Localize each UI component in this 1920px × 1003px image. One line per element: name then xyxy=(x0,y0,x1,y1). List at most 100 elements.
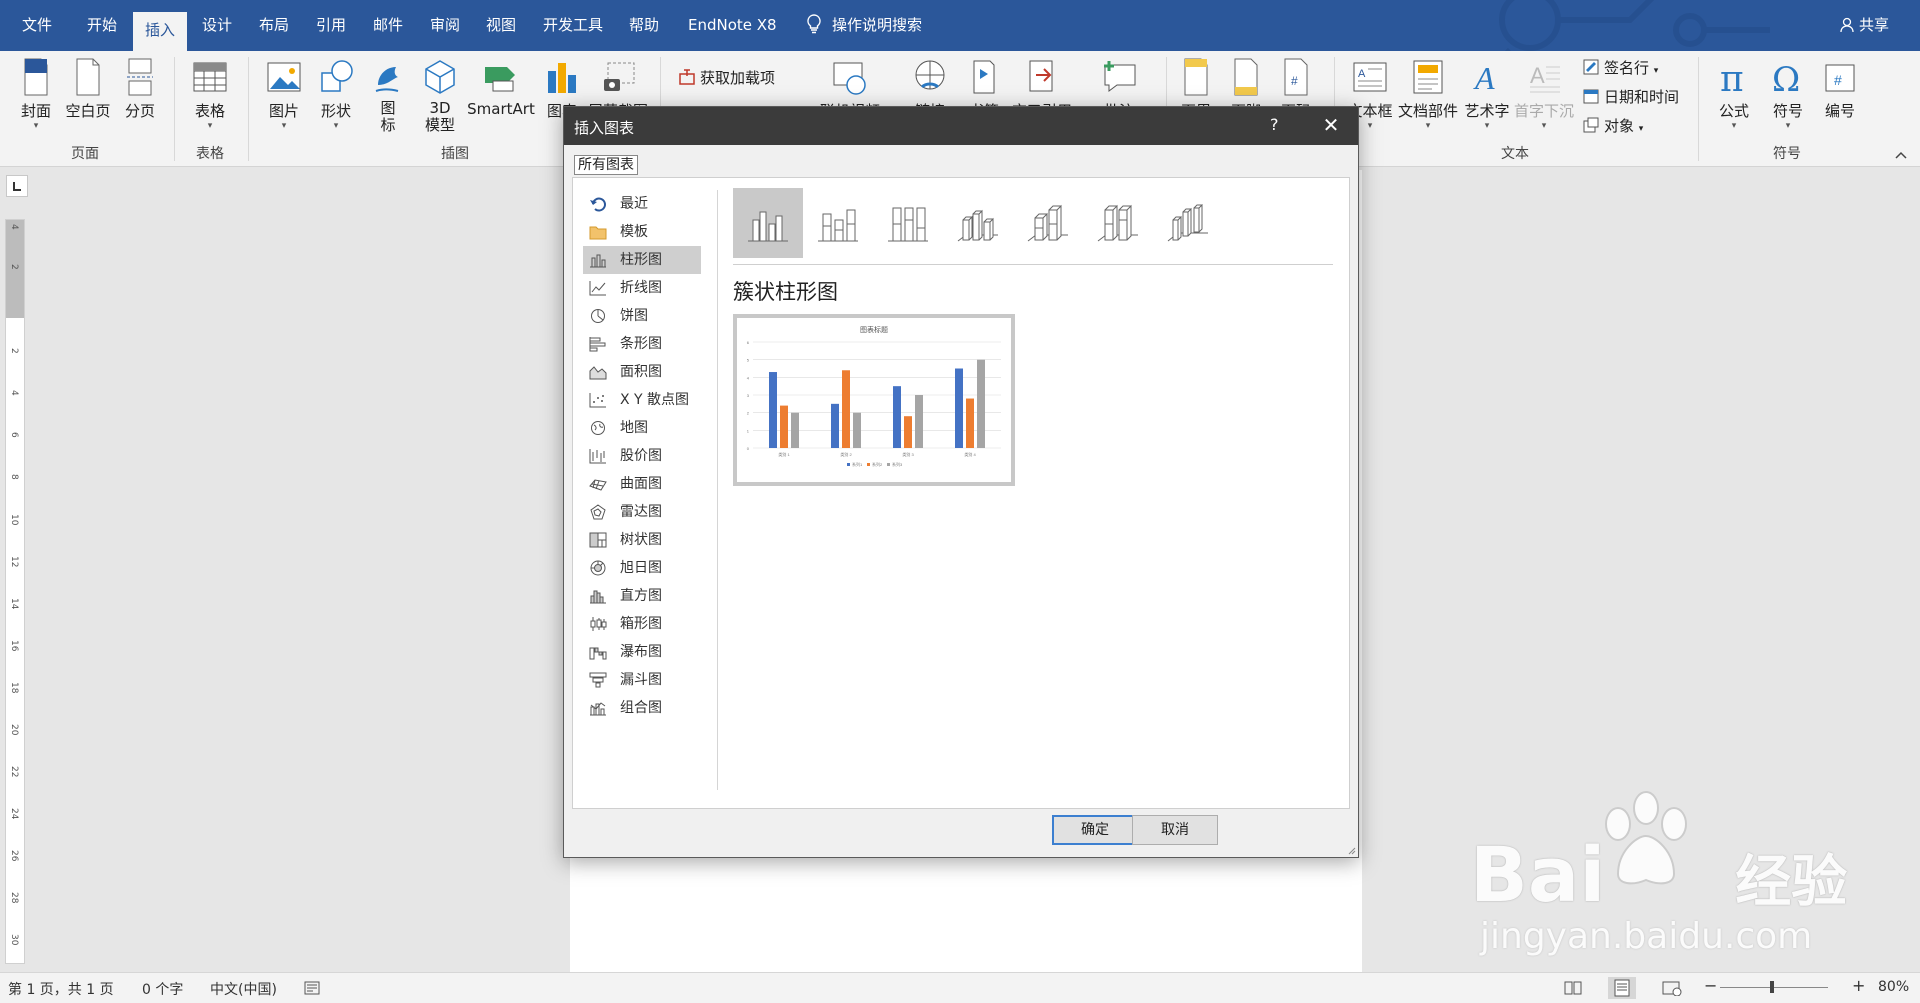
get-addins-button[interactable]: 获取加载项 xyxy=(678,67,775,88)
chart-type-line[interactable]: 折线图 xyxy=(583,274,701,302)
chart-type-histogram[interactable]: 直方图 xyxy=(583,582,701,610)
tell-me-search[interactable]: 操作说明搜索 xyxy=(806,0,922,51)
tab-view[interactable]: 视图 xyxy=(486,0,516,51)
chart-subtype-gallery xyxy=(733,188,1333,260)
subtype-3d-clustered-column[interactable] xyxy=(943,188,1013,258)
chart-type-area[interactable]: 面积图 xyxy=(583,358,701,386)
icons-label: 图标 xyxy=(380,99,396,134)
chart-type-sunburst[interactable]: 旭日图 xyxy=(583,554,701,582)
tab-references[interactable]: 引用 xyxy=(316,0,346,51)
list-divider xyxy=(717,190,718,790)
chart-type-recent[interactable]: 最近 xyxy=(583,190,701,218)
table-button[interactable]: 表格 ▾ xyxy=(190,57,230,131)
quick-parts-icon xyxy=(1413,60,1443,94)
chart-type-pie[interactable]: 饼图 xyxy=(583,302,701,330)
chart-type-bar[interactable]: 条形图 xyxy=(583,330,701,358)
signature-line-button[interactable]: 签名行 ▾ xyxy=(1582,57,1658,78)
resize-grip-icon[interactable] xyxy=(1346,845,1356,855)
chart-type-stock[interactable]: 股价图 xyxy=(583,442,701,470)
subtype-clustered-column[interactable] xyxy=(733,188,803,258)
share-button[interactable]: 共享 xyxy=(1840,0,1889,51)
chart-type-label: 瀑布图 xyxy=(620,644,662,660)
drop-cap-button[interactable]: A 首字下沉 ▾ xyxy=(1512,57,1576,131)
link-globe-icon xyxy=(915,60,945,90)
3d-models-button[interactable]: 3D 模型 xyxy=(416,57,464,134)
ruler-number: 4 xyxy=(9,390,19,396)
picture-icon xyxy=(267,62,301,92)
group-illustrations-label: 插图 xyxy=(441,146,469,162)
print-layout-icon[interactable] xyxy=(1608,977,1636,999)
cover-page-button[interactable]: 封面 ▾ xyxy=(16,57,56,131)
tab-file[interactable]: 文件 xyxy=(22,0,52,51)
date-time-button[interactable]: 日期和时间 xyxy=(1582,86,1679,107)
object-button[interactable]: 对象 ▾ xyxy=(1582,115,1643,136)
chart-type-surface[interactable]: 曲面图 xyxy=(583,470,701,498)
collapse-ribbon-icon[interactable] xyxy=(1894,150,1908,160)
chart-type-templates[interactable]: 模板 xyxy=(583,218,701,246)
equation-button[interactable]: π 公式 ▾ xyxy=(1714,57,1754,131)
number-button[interactable]: # 编号 xyxy=(1820,57,1860,121)
chart-type-funnel[interactable]: 漏斗图 xyxy=(583,666,701,694)
smartart-button[interactable]: SmartArt xyxy=(466,57,536,118)
tab-insert[interactable]: 插入 xyxy=(133,12,188,51)
subtype-100-stacked-column[interactable] xyxy=(873,188,943,258)
bar-chart-icon xyxy=(589,337,606,352)
zoom-slider-thumb[interactable] xyxy=(1770,981,1774,993)
symbol-button[interactable]: Ω 符号 ▾ xyxy=(1768,57,1808,131)
page-count[interactable]: 第 1 页，共 1 页 xyxy=(8,979,114,999)
ok-button[interactable]: 确定 xyxy=(1052,815,1138,845)
tab-stop-selector[interactable] xyxy=(6,175,28,197)
shapes-button[interactable]: 形状 ▾ xyxy=(316,57,356,131)
chart-type-treemap[interactable]: 树状图 xyxy=(583,526,701,554)
subtype-stacked-column[interactable] xyxy=(803,188,873,258)
dialog-title-bar[interactable]: 插入图表 ? ✕ xyxy=(564,107,1358,145)
zoom-out-button[interactable]: − xyxy=(1704,976,1717,995)
chart-type-label: X Y 散点图 xyxy=(620,392,690,408)
chart-type-combo[interactable]: 组合图 xyxy=(583,694,701,722)
macro-record-icon[interactable] xyxy=(304,981,320,995)
help-button[interactable]: ? xyxy=(1270,115,1279,134)
chart-type-waterfall[interactable]: 瀑布图 xyxy=(583,638,701,666)
tab-design[interactable]: 设计 xyxy=(202,0,232,51)
blank-page-button[interactable]: 空白页 xyxy=(64,57,112,121)
tab-all-charts[interactable]: 所有图表 xyxy=(574,155,638,175)
bar-3 xyxy=(915,395,923,448)
page-break-button[interactable]: 分页 xyxy=(122,57,158,121)
wordart-button[interactable]: A 艺术字 ▾ xyxy=(1462,57,1512,131)
zoom-level[interactable]: 80% xyxy=(1878,979,1909,995)
chart-type-box-whisker[interactable]: 箱形图 xyxy=(583,610,701,638)
icons-button[interactable]: 图标 xyxy=(368,57,408,134)
read-mode-icon[interactable] xyxy=(1563,980,1583,996)
pictures-button[interactable]: 图片 ▾ xyxy=(264,57,304,131)
chart-type-label: 组合图 xyxy=(620,700,662,716)
cancel-button[interactable]: 取消 xyxy=(1132,815,1218,845)
tab-help[interactable]: 帮助 xyxy=(629,0,659,51)
tab-review[interactable]: 审阅 xyxy=(430,0,460,51)
close-icon[interactable]: ✕ xyxy=(1316,113,1346,137)
subtype-3d-100-stacked-column[interactable] xyxy=(1083,188,1153,258)
vertical-ruler[interactable]: 4 2 2 4 6 8 10 12 14 16 18 20 22 24 26 2… xyxy=(5,219,25,964)
menu-bar: 文件 开始 插入 设计 布局 引用 邮件 审阅 视图 开发工具 帮助 EndNo… xyxy=(0,0,1920,51)
tab-mailings[interactable]: 邮件 xyxy=(373,0,403,51)
word-count[interactable]: 0 个字 xyxy=(142,979,183,999)
subtype-3d-stacked-column[interactable] xyxy=(1013,188,1083,258)
web-layout-icon[interactable] xyxy=(1662,980,1682,996)
tab-developer[interactable]: 开发工具 xyxy=(543,0,603,51)
quick-parts-button[interactable]: 文档部件 ▾ xyxy=(1396,57,1460,131)
chart-type-scatter[interactable]: X Y 散点图 xyxy=(583,386,701,414)
language-indicator[interactable]: 中文(中国) xyxy=(210,979,277,999)
subtype-3d-column[interactable] xyxy=(1153,188,1223,258)
chart-type-column[interactable]: 柱形图 xyxy=(583,246,701,274)
3d-models-label: 3D 模型 xyxy=(424,99,455,134)
tab-layout[interactable]: 布局 xyxy=(259,0,289,51)
zoom-in-button[interactable]: + xyxy=(1852,976,1865,995)
box-whisker-icon xyxy=(590,617,607,631)
blank-page-icon xyxy=(76,58,100,96)
tab-endnote[interactable]: EndNote X8 xyxy=(688,0,777,51)
chart-type-map[interactable]: 地图 xyxy=(583,414,701,442)
chart-preview[interactable]: 图表标题 0 1 2 3 4 5 6 类别 1 类别 2 类别 3 类别 4 系列1 系列2 系列3 xyxy=(733,314,1015,486)
bookmark-icon xyxy=(973,60,995,94)
zoom-slider[interactable] xyxy=(1720,987,1828,988)
chart-type-radar[interactable]: 雷达图 xyxy=(583,498,701,526)
tab-home[interactable]: 开始 xyxy=(87,0,117,51)
